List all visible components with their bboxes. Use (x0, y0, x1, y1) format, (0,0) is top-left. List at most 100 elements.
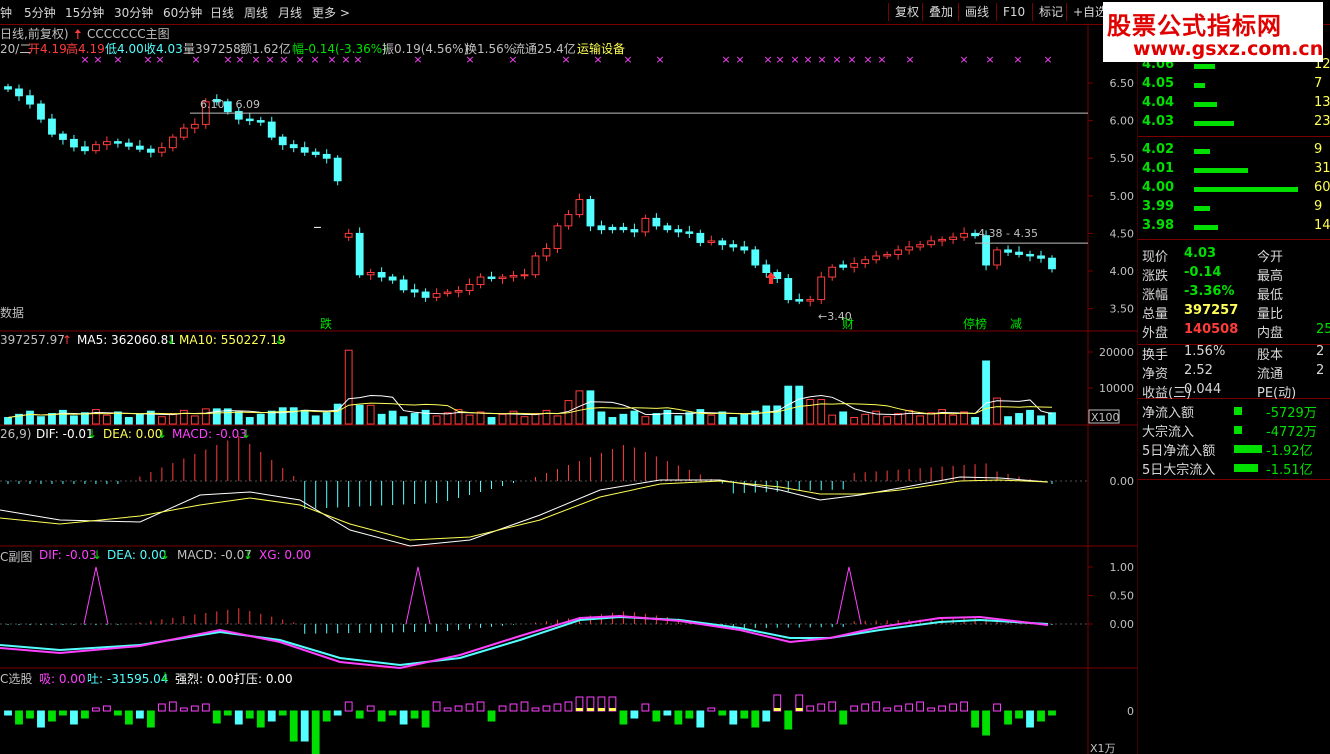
watermark-url: www.gsxz.com.cn (1133, 38, 1324, 60)
candle-body-43 (476, 276, 485, 286)
pick-bar-34 (377, 710, 386, 722)
pick-bar-94 (1037, 710, 1045, 722)
vol-title: 397257.97 (0, 333, 65, 347)
vol-bar-91 (1004, 416, 1012, 425)
toolbar-button-1[interactable]: 叠加 (922, 3, 959, 21)
pick-bar-4 (48, 710, 56, 722)
pick-bar-82 (905, 703, 914, 712)
macd-value-arrow-icon: ↓ (241, 427, 252, 441)
candle-body-2 (26, 95, 34, 105)
quote-value: 140508 (1184, 322, 1239, 337)
pick-bar-73 (806, 705, 815, 712)
price-axis-label-6: 3.50 (1110, 303, 1135, 316)
marker-x-34: × (905, 53, 914, 66)
left-note: 数据 (0, 306, 25, 320)
toolbar-button-3[interactable]: F10 (996, 3, 1031, 21)
candle-body-22 (245, 118, 254, 122)
period-tab-0[interactable]: 钟 (0, 4, 12, 21)
period-tab-4[interactable]: 60分钟 (163, 4, 202, 21)
order-volume-bar (1194, 121, 1234, 126)
vol-axis-1: 10000 (1099, 382, 1134, 395)
pick-bar-47 (520, 701, 529, 712)
quote-key2: 最低 (1257, 288, 1284, 303)
period-tab-3[interactable]: 30分钟 (114, 4, 153, 21)
pick-strong-55 (609, 708, 616, 711)
period-tab-1[interactable]: 5分钟 (24, 4, 56, 21)
sub-dif: DIF: -0.03 (39, 548, 97, 562)
vol-axis-0: 20000 (1099, 346, 1134, 359)
pick-bar-5 (59, 710, 67, 716)
candle-body-54 (597, 225, 606, 231)
pick-bar-33 (366, 705, 375, 712)
vol-bar-33 (366, 404, 375, 425)
vol-bar-69 (762, 405, 771, 425)
pick-bar-28 (311, 710, 320, 754)
period-tab-6[interactable]: 周线 (244, 4, 268, 21)
pick-bar-80 (883, 707, 892, 712)
vol-bar-72 (795, 385, 804, 425)
pick-unit: X1万 (1090, 742, 1116, 754)
marker-x-22: × (655, 53, 664, 66)
candle-body-49 (542, 247, 551, 257)
pick-bar-95 (1048, 710, 1056, 716)
volume: 量397258 (183, 42, 241, 56)
toolbar-button-4[interactable]: 标记 (1032, 3, 1069, 21)
candle-body-68 (751, 249, 760, 266)
quote-value: -0.14 (1184, 265, 1222, 280)
pick-bar-37 (410, 710, 419, 719)
candle-body-51 (564, 214, 573, 227)
period-tab-7[interactable]: 月线 (278, 4, 302, 21)
kline-chart[interactable]: 6.506.005.505.004.504.003.50× × × × × × × × × × × ×… (0, 24, 1138, 754)
low-price: 低4.00 (105, 42, 144, 56)
pick-bar-91 (1004, 710, 1012, 725)
quote-value2: 25 (1316, 322, 1330, 337)
vol-bar-74 (817, 399, 826, 425)
pick-bar-60 (663, 710, 672, 716)
candle-body-84 (927, 240, 936, 246)
pick-bar-17 (190, 705, 199, 712)
pick-bar-36 (399, 710, 408, 725)
vol-bar-54 (597, 411, 606, 425)
vol-bar-25 (278, 407, 287, 425)
period-tab-2[interactable]: 15分钟 (65, 4, 104, 21)
candle-body-78 (861, 259, 870, 264)
vol-ma10: MA10: 550227.19 (179, 333, 286, 347)
pick-bar-77 (850, 705, 859, 712)
pick-bar-15 (168, 701, 177, 712)
vol-bar-5 (59, 409, 67, 425)
period-tab-5[interactable]: 日线 (210, 4, 234, 21)
vol-bar-64 (707, 414, 716, 425)
pick-bar-89 (982, 710, 990, 736)
candle-body-89 (982, 235, 990, 266)
pick-bar-31 (344, 701, 353, 712)
order-volume-bar (1194, 102, 1217, 107)
period-tab-8[interactable]: 更多 > (312, 4, 350, 21)
candle-body-87 (960, 232, 968, 238)
macd-value: MACD: -0.03 (172, 427, 247, 441)
candle-body-79 (872, 255, 881, 261)
industry[interactable]: 运输设备 (577, 40, 625, 57)
toolbar-button-2[interactable]: 画线 (958, 3, 995, 21)
candle-body-6 (70, 138, 78, 148)
vol-bar-94 (1037, 415, 1045, 425)
toolbar-button-0[interactable]: 复权 (888, 3, 925, 21)
pick-bar-64 (707, 707, 716, 712)
pick-bar-48 (531, 707, 540, 712)
vol-bar-60 (663, 409, 672, 425)
candle-body-33 (366, 272, 375, 276)
vol-bar-53 (586, 390, 595, 425)
marker-x-32: × (863, 53, 872, 66)
price-axis-label-3: 5.00 (1110, 190, 1135, 203)
pick-bar-10 (113, 710, 122, 716)
pick-bar-9 (102, 705, 111, 712)
pick-bar-68 (751, 710, 760, 728)
pick-strong-52 (576, 708, 583, 711)
quote2-value: 0.044 (1184, 382, 1222, 397)
vol-bar-90 (993, 397, 1001, 425)
pick-bar-78 (861, 703, 870, 712)
turnover: 换1.56% (465, 42, 516, 56)
pick-bar-35 (388, 710, 397, 716)
order-book-row-1: 4.05 7 (1138, 76, 1330, 95)
macd-dea-line (0, 479, 1049, 541)
quote2-row-1: 净资 2.52 流通 2 (1138, 363, 1330, 382)
